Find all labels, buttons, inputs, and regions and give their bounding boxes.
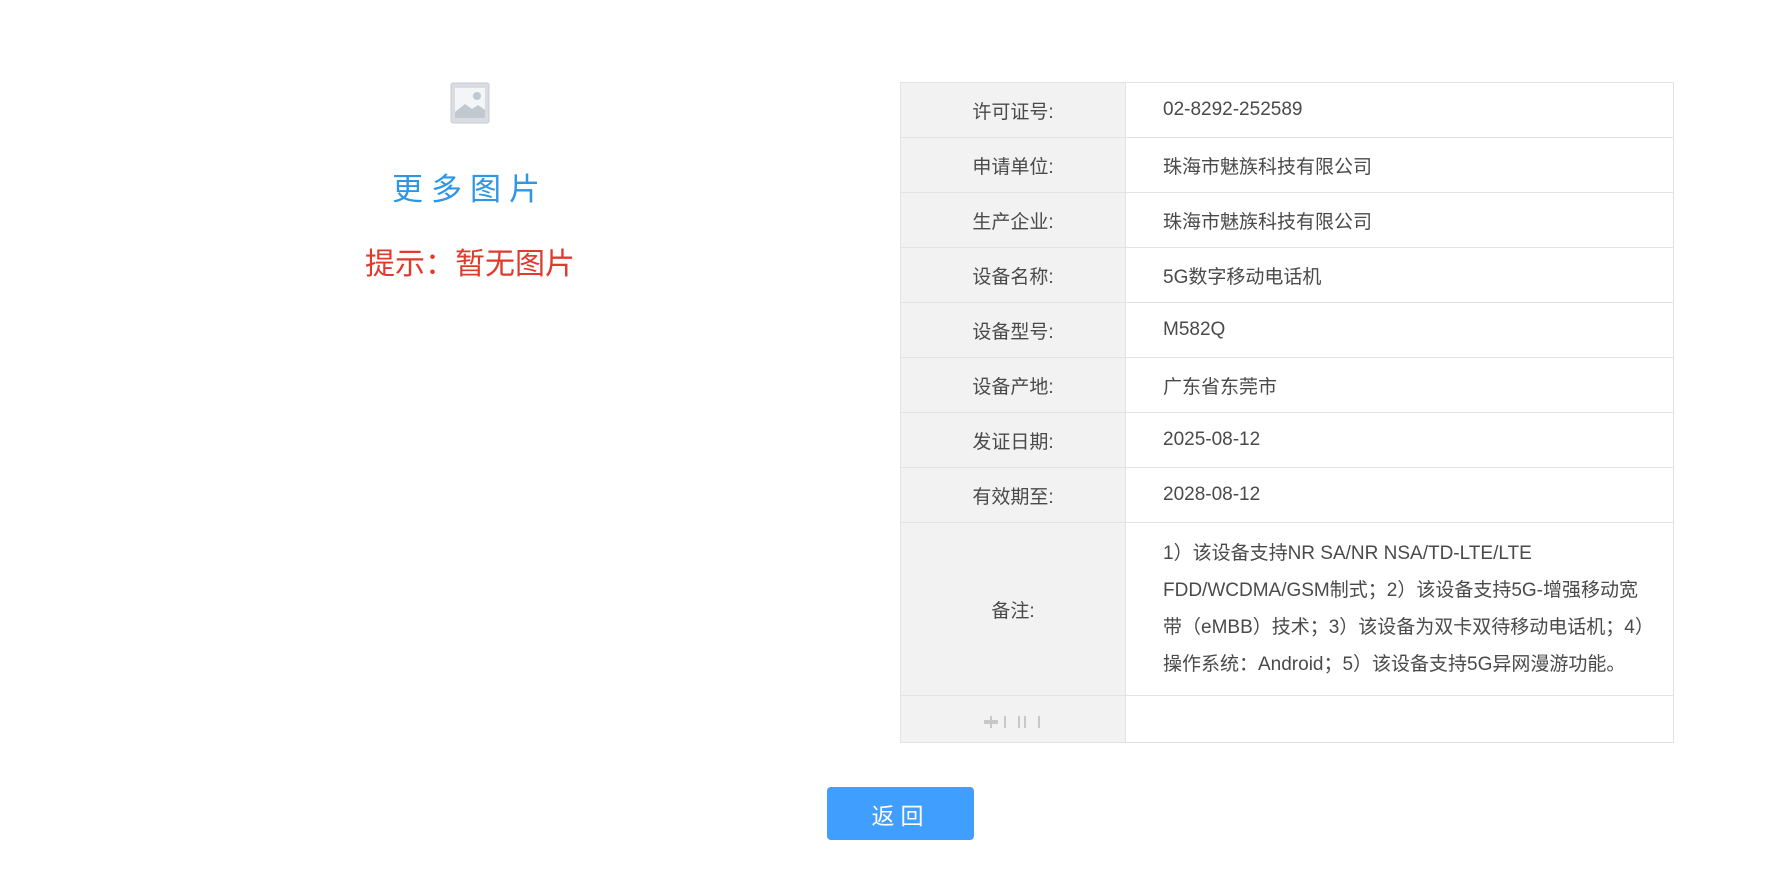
table-row-issue-date: 发证日期: 2025-08-12 <box>900 412 1674 468</box>
license-number-value: 02-8292-252589 <box>1125 82 1674 138</box>
table-row-origin: 设备产地: 广东省东莞市 <box>900 357 1674 413</box>
device-model-label: 设备型号: <box>900 302 1126 358</box>
back-button[interactable]: 返回 <box>827 787 974 840</box>
more-images-link[interactable]: 更多图片 <box>300 164 640 209</box>
issue-date-value: 2025-08-12 <box>1125 412 1674 468</box>
table-row-license-number: 许可证号: 02-8292-252589 <box>900 82 1674 138</box>
partial-row-value <box>1125 695 1674 743</box>
table-row-manufacturer: 生产企业: 珠海市魅族科技有限公司 <box>900 192 1674 248</box>
valid-until-value: 2028-08-12 <box>1125 467 1674 523</box>
table-row-device-model: 设备型号: M582Q <box>900 302 1674 358</box>
remarks-label: 备注: <box>900 522 1126 696</box>
table-row-applicant: 申请单位: 珠海市魅族科技有限公司 <box>900 137 1674 193</box>
device-name-label: 设备名称: <box>900 247 1126 303</box>
image-panel: 更多图片 提示：暂无图片 <box>300 82 640 283</box>
license-info-table: 许可证号: 02-8292-252589 申请单位: 珠海市魅族科技有限公司 生… <box>900 82 1674 743</box>
partial-row-label <box>900 695 1126 743</box>
remarks-value: 1）该设备支持NR SA/NR NSA/TD-LTE/LTE FDD/WCDMA… <box>1125 522 1674 696</box>
table-row-partial <box>900 695 1674 743</box>
device-model-value: M582Q <box>1125 302 1674 358</box>
origin-label: 设备产地: <box>900 357 1126 413</box>
origin-value: 广东省东莞市 <box>1125 357 1674 413</box>
table-row-valid-until: 有效期至: 2028-08-12 <box>900 467 1674 523</box>
issue-date-label: 发证日期: <box>900 412 1126 468</box>
broken-image-icon <box>450 82 490 124</box>
table-row-device-name: 设备名称: 5G数字移动电话机 <box>900 247 1674 303</box>
license-number-label: 许可证号: <box>900 82 1126 138</box>
applicant-value: 珠海市魅族科技有限公司 <box>1125 137 1674 193</box>
no-image-hint: 提示：暂无图片 <box>365 248 575 281</box>
clipped-label-glyphs <box>978 714 1048 728</box>
table-row-remarks: 备注: 1）该设备支持NR SA/NR NSA/TD-LTE/LTE FDD/W… <box>900 522 1674 696</box>
manufacturer-value: 珠海市魅族科技有限公司 <box>1125 192 1674 248</box>
manufacturer-label: 生产企业: <box>900 192 1126 248</box>
applicant-label: 申请单位: <box>900 137 1126 193</box>
device-name-value: 5G数字移动电话机 <box>1125 247 1674 303</box>
valid-until-label: 有效期至: <box>900 467 1126 523</box>
